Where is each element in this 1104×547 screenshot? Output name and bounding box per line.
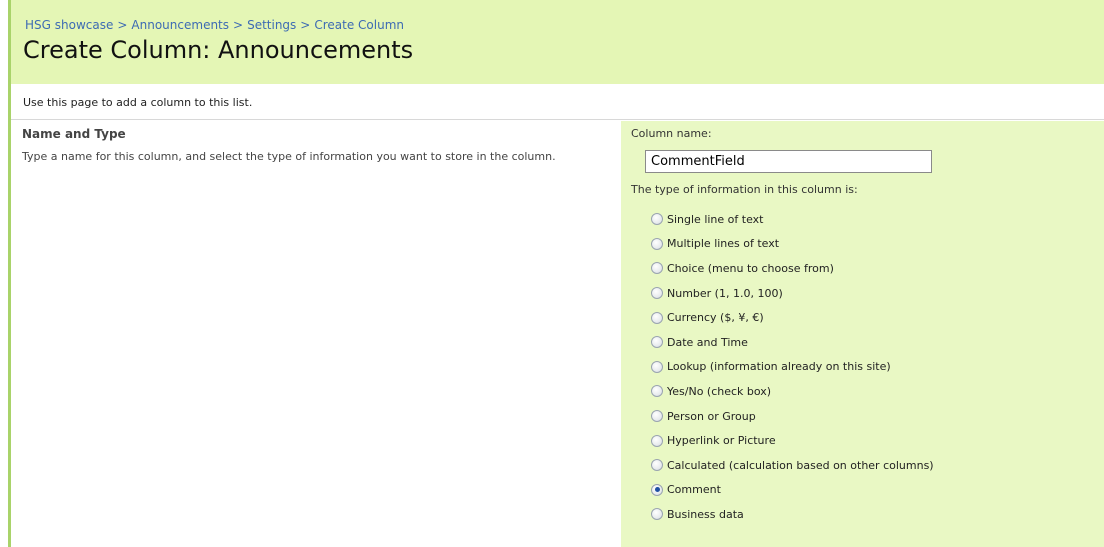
left-accent-bar (8, 84, 11, 547)
radio-button[interactable] (651, 385, 663, 398)
column-type-option-label: Business data (667, 507, 744, 521)
column-type-option-label: Date and Time (667, 335, 748, 349)
column-type-option[interactable]: Business data (651, 502, 934, 527)
column-type-option-label: Lookup (information already on this site… (667, 360, 891, 374)
column-type-option-label: Hyperlink or Picture (667, 434, 776, 448)
radio-button[interactable] (651, 237, 663, 250)
column-type-option[interactable]: Person or Group (651, 404, 934, 429)
breadcrumb-separator: > (117, 18, 128, 32)
radio-button[interactable] (651, 213, 663, 226)
column-type-option[interactable]: Currency ($, ¥, €) (651, 305, 934, 330)
page-description-row: Use this page to add a column to this li… (11, 90, 1104, 120)
radio-button[interactable] (651, 459, 663, 472)
column-type-option[interactable]: Date and Time (651, 330, 934, 355)
column-type-option-label: Number (1, 1.0, 100) (667, 286, 783, 300)
column-type-option[interactable]: Choice (menu to choose from) (651, 256, 934, 281)
column-type-option[interactable]: Lookup (information already on this site… (651, 355, 934, 380)
radio-button[interactable] (651, 287, 663, 300)
radio-button[interactable] (651, 336, 663, 349)
page-title: Create Column: Announcements (23, 36, 414, 64)
breadcrumb: HSG showcase > Announcements > Settings > Crea… (25, 18, 404, 32)
column-type-label: The type of information in this column i… (631, 183, 858, 196)
section-description: Type a name for this column, and select … (22, 150, 556, 163)
column-name-input[interactable] (645, 150, 932, 173)
column-type-option-label: Choice (menu to choose from) (667, 261, 834, 275)
radio-button[interactable] (651, 508, 663, 521)
breadcrumb-item-current: Create Column (314, 18, 405, 32)
breadcrumb-item-list[interactable]: Announcements (131, 18, 229, 32)
column-type-option[interactable]: Single line of text (651, 207, 934, 232)
column-type-option-label: Comment (667, 483, 721, 497)
column-settings-panel: Column name: The type of information in … (621, 121, 1104, 547)
column-type-option-label: Multiple lines of text (667, 237, 780, 251)
title-area: HSG showcase > Announcements > Settings > Crea… (8, 0, 1104, 84)
column-type-option[interactable]: Hyperlink or Picture (651, 428, 934, 453)
column-type-option-label: Calculated (calculation based on other c… (667, 458, 934, 472)
column-name-label: Column name: (631, 127, 712, 140)
radio-button[interactable] (651, 262, 663, 275)
page-description: Use this page to add a column to this li… (23, 96, 253, 109)
column-type-option-label: Currency ($, ¥, €) (667, 311, 764, 325)
radio-button[interactable] (651, 410, 663, 423)
breadcrumb-item-settings[interactable]: Settings (247, 18, 296, 32)
breadcrumb-separator: > (300, 18, 311, 32)
column-type-option[interactable]: Number (1, 1.0, 100) (651, 281, 934, 306)
section-title: Name and Type (22, 127, 126, 141)
radio-button[interactable] (651, 311, 663, 324)
radio-button[interactable] (651, 434, 663, 447)
column-type-option-label: Yes/No (check box) (667, 384, 772, 398)
column-type-option[interactable]: Comment (651, 478, 934, 503)
breadcrumb-separator: > (233, 18, 244, 32)
column-type-option[interactable]: Yes/No (check box) (651, 379, 934, 404)
column-type-radio-group: Single line of text Multiple lines of tex… (651, 207, 934, 527)
breadcrumb-item-site[interactable]: HSG showcase (25, 18, 113, 32)
column-type-option[interactable]: Multiple lines of text (651, 232, 934, 257)
column-type-option-label: Single line of text (667, 212, 764, 226)
column-type-option[interactable]: Calculated (calculation based on other c… (651, 453, 934, 478)
column-type-option-label: Person or Group (667, 409, 756, 423)
radio-button-checked[interactable] (651, 483, 663, 496)
radio-button[interactable] (651, 360, 663, 373)
